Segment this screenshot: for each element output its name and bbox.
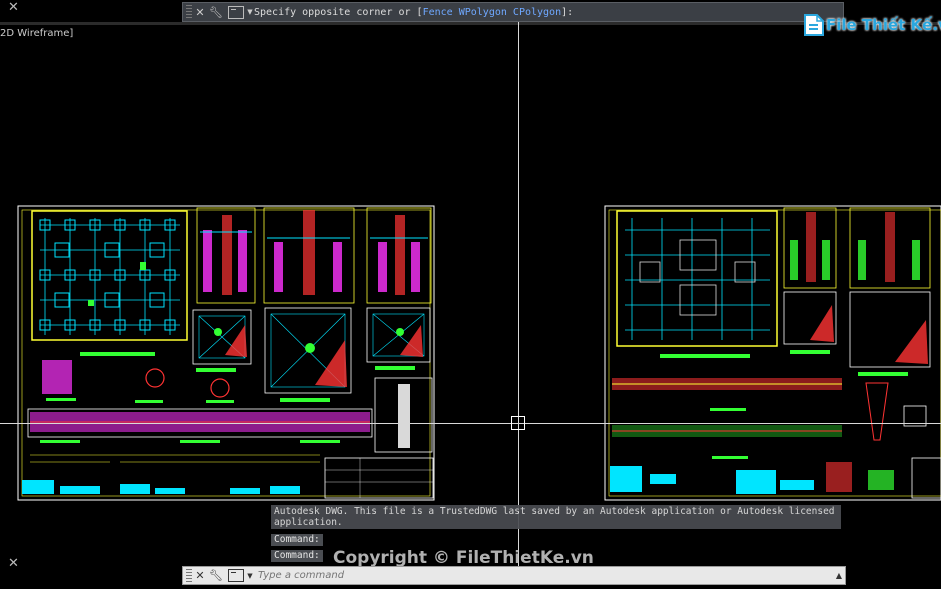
chevron-up-icon[interactable]: ▲	[836, 571, 842, 580]
right-drawing-sheet	[604, 205, 941, 501]
crosshair-vertical	[518, 22, 519, 567]
wrench-icon[interactable]: 🔧︎	[208, 569, 224, 582]
watermark-logo-text: File Thiết Kế.vn	[826, 16, 941, 34]
left-drawing-sheet	[17, 205, 435, 501]
watermark-copyright: Copyright © FileThietKe.vn	[333, 548, 594, 568]
cursor-pickbox	[511, 416, 525, 430]
command-history-line: Command:	[271, 550, 323, 562]
close-icon[interactable]: ✕	[192, 569, 208, 582]
crosshair-horizontal	[0, 423, 941, 424]
command-history-message: Autodesk DWG. This file is a TrustedDWG …	[271, 505, 841, 529]
command-input[interactable]	[254, 570, 822, 581]
filethietke-logo-icon	[804, 14, 824, 36]
chevron-down-icon[interactable]: ▼	[246, 572, 254, 580]
command-history-line: Command:	[271, 534, 323, 546]
cad-drawing-canvas[interactable]	[0, 0, 941, 589]
command-prompt-icon	[228, 569, 244, 582]
bottom-command-bar: ✕ 🔧︎ ▼ ▲	[182, 566, 846, 585]
